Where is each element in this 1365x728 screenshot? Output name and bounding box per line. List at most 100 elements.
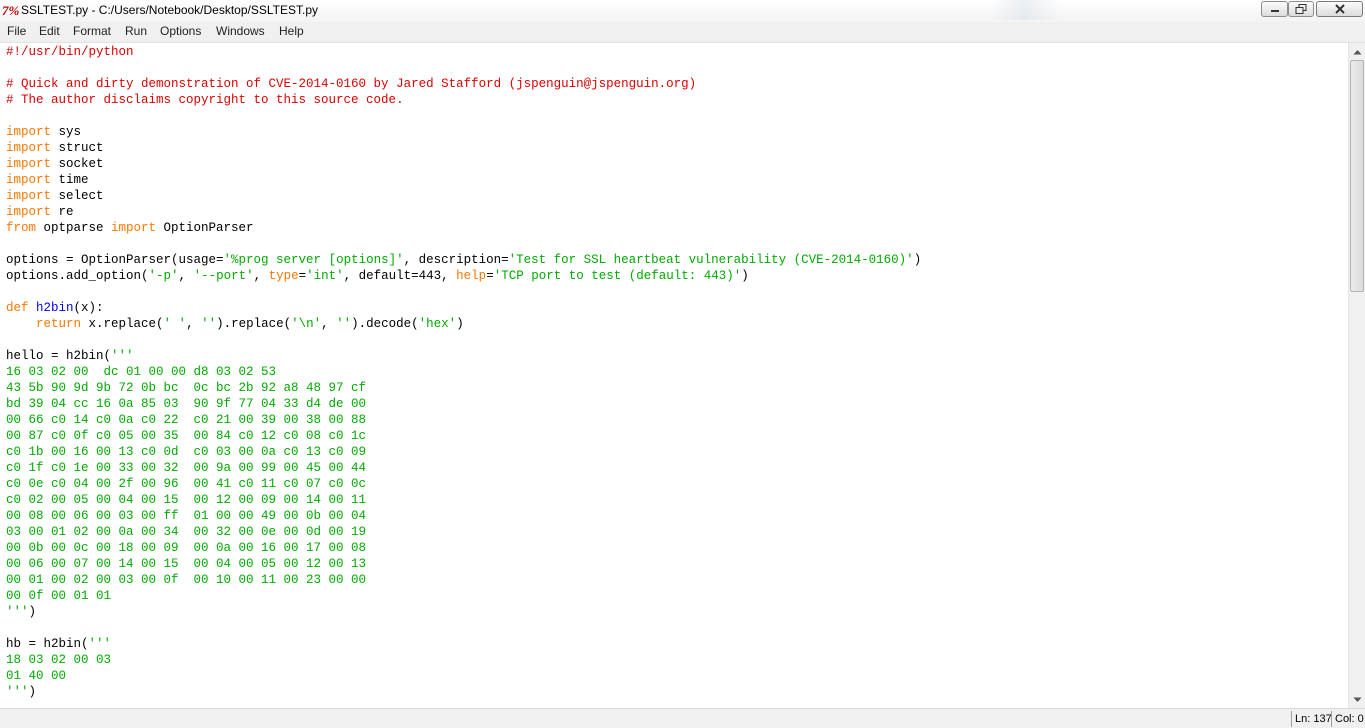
code-token: help bbox=[456, 269, 487, 283]
code-editor[interactable]: #!/usr/bin/python # Quick and dirty demo… bbox=[0, 43, 1348, 708]
code-token: 00 01 00 02 00 03 00 0f 00 10 00 11 00 2… bbox=[6, 573, 367, 587]
code-token: c0 1f c0 1e 00 33 00 32 00 9a 00 99 00 4… bbox=[6, 461, 367, 475]
code-token: ).decode( bbox=[351, 317, 419, 331]
code-token: # The author disclaims copyright to this… bbox=[6, 93, 404, 107]
code-token: ) bbox=[456, 317, 464, 331]
code-line: options = OptionParser(usage='%prog serv… bbox=[6, 252, 921, 268]
menu-options[interactable]: Options bbox=[158, 24, 203, 38]
code-token: c0 02 00 05 00 04 00 15 00 12 00 09 00 1… bbox=[6, 493, 367, 507]
code-token: 18 03 02 00 03 bbox=[6, 653, 112, 667]
code-line: hello = h2bin(''' bbox=[6, 348, 921, 364]
code-token: (x): bbox=[73, 301, 104, 315]
code-line: # The author disclaims copyright to this… bbox=[6, 92, 921, 108]
code-token: , description= bbox=[403, 253, 509, 267]
code-token: re bbox=[51, 205, 74, 219]
code-line: bd 39 04 cc 16 0a 85 03 90 9f 77 04 33 d… bbox=[6, 396, 921, 412]
close-button[interactable] bbox=[1316, 1, 1363, 17]
code-token: '' bbox=[201, 317, 217, 331]
code-token: 16 03 02 00 dc 01 00 00 d8 03 02 53 bbox=[6, 365, 277, 379]
code-token: ' ' bbox=[163, 317, 187, 331]
code-line: 16 03 02 00 dc 01 00 00 d8 03 02 53 bbox=[6, 364, 921, 380]
code-token: return bbox=[36, 317, 82, 331]
scroll-down-button[interactable] bbox=[1349, 691, 1365, 708]
code-line: import struct bbox=[6, 140, 921, 156]
code-line: import time bbox=[6, 172, 921, 188]
code-token: c0 0e c0 04 00 2f 00 96 00 41 c0 11 c0 0… bbox=[6, 477, 367, 491]
menu-format[interactable]: Format bbox=[71, 24, 113, 38]
code-token: type bbox=[268, 269, 299, 283]
code-token: OptionParser bbox=[156, 221, 254, 235]
code-line: 00 66 c0 14 c0 0a c0 22 c0 21 00 39 00 3… bbox=[6, 412, 921, 428]
menu-windows[interactable]: Windows bbox=[214, 24, 267, 38]
code-line: options.add_option('-p', '--port', type=… bbox=[6, 268, 921, 284]
code-line: 00 01 00 02 00 03 00 0f 00 10 00 11 00 2… bbox=[6, 572, 921, 588]
code-token: 00 66 c0 14 c0 0a c0 22 c0 21 00 39 00 3… bbox=[6, 413, 367, 427]
code-token: 'Test for SSL heartbeat vulnerability (C… bbox=[508, 253, 914, 267]
code-token: x.replace( bbox=[81, 317, 164, 331]
code-token: hb = h2bin( bbox=[6, 637, 89, 651]
code-token: , bbox=[321, 317, 337, 331]
minimize-button[interactable] bbox=[1261, 1, 1288, 17]
code-token: '%prog server [options]' bbox=[223, 253, 404, 267]
arrow-down-icon bbox=[1353, 697, 1361, 702]
menu-edit[interactable]: Edit bbox=[37, 24, 62, 38]
code-line: c0 02 00 05 00 04 00 15 00 12 00 09 00 1… bbox=[6, 492, 921, 508]
code-token: , default=443, bbox=[343, 269, 457, 283]
menu-file[interactable]: File bbox=[5, 24, 28, 38]
scroll-up-button[interactable] bbox=[1349, 43, 1365, 60]
scroll-thumb[interactable] bbox=[1350, 60, 1364, 292]
code-line: from optparse import OptionParser bbox=[6, 220, 921, 236]
code-token: 43 5b 90 9d 9b 72 0b bc 0c bc 2b 92 a8 4… bbox=[6, 381, 367, 395]
code-line: import re bbox=[6, 204, 921, 220]
code-token: import bbox=[6, 173, 52, 187]
code-token: '' bbox=[336, 317, 352, 331]
code-token: time bbox=[51, 173, 89, 187]
code-token: from bbox=[6, 221, 37, 235]
code-token: 01 40 00 bbox=[6, 669, 67, 683]
code-token: ) bbox=[913, 253, 922, 267]
status-bar: Ln: 137 Col: 0 bbox=[0, 708, 1365, 728]
code-line: c0 1f c0 1e 00 33 00 32 00 9a 00 99 00 4… bbox=[6, 460, 921, 476]
maximize-button[interactable] bbox=[1288, 1, 1314, 17]
code-token: , bbox=[178, 269, 194, 283]
arrow-up-icon bbox=[1353, 49, 1361, 54]
menu-run[interactable]: Run bbox=[123, 24, 149, 38]
code-token: 00 87 c0 0f c0 05 00 35 00 84 c0 12 c0 0… bbox=[6, 429, 367, 443]
code-line: 00 06 00 07 00 14 00 15 00 04 00 05 00 1… bbox=[6, 556, 921, 572]
code-line: return x.replace(' ', '').replace('\n', … bbox=[6, 316, 921, 332]
code-token: optparse bbox=[36, 221, 112, 235]
code-token: 00 0f 00 01 01 bbox=[6, 589, 112, 603]
code-token: 'hex' bbox=[418, 317, 457, 331]
code-line: 00 0b 00 0c 00 18 00 09 00 0a 00 16 00 1… bbox=[6, 540, 921, 556]
python-idle-icon: 7% bbox=[2, 3, 20, 18]
code-token: = bbox=[486, 269, 494, 283]
code-token: import bbox=[6, 157, 52, 171]
code-token: = bbox=[298, 269, 307, 283]
code-token: #!/usr/bin/python bbox=[6, 45, 134, 59]
code-line: def h2bin(x): bbox=[6, 300, 921, 316]
code-line: hb = h2bin(''' bbox=[6, 636, 921, 652]
vertical-scrollbar[interactable] bbox=[1348, 43, 1365, 708]
code-token: , bbox=[186, 317, 202, 331]
code-token: 03 00 01 02 00 0a 00 34 00 32 00 0e 00 0… bbox=[6, 525, 367, 539]
code-token: # Quick and dirty demonstration of CVE-2… bbox=[6, 77, 697, 91]
close-icon bbox=[1317, 2, 1362, 16]
code-line: ''') bbox=[6, 684, 921, 700]
column-indicator: Col: 0 bbox=[1331, 711, 1364, 727]
title-bar[interactable]: 7% SSLTEST.py - C:/Users/Notebook/Deskto… bbox=[0, 0, 1365, 22]
code-line: ''') bbox=[6, 604, 921, 620]
menu-help[interactable]: Help bbox=[277, 24, 306, 38]
code-line: 00 87 c0 0f c0 05 00 35 00 84 c0 12 c0 0… bbox=[6, 428, 921, 444]
code-token: import bbox=[6, 141, 52, 155]
code-token: '--port' bbox=[193, 269, 254, 283]
code-token: 'TCP port to test (default: 443)' bbox=[493, 269, 742, 283]
code-line: 01 40 00 bbox=[6, 668, 921, 684]
background-window-glimpse bbox=[990, 0, 1060, 20]
code-token: ) bbox=[741, 269, 749, 283]
code-token: , bbox=[253, 269, 269, 283]
code-line: c0 1b 00 16 00 13 c0 0d c0 03 00 0a c0 1… bbox=[6, 444, 921, 460]
code-line: 03 00 01 02 00 0a 00 34 00 32 00 0e 00 0… bbox=[6, 524, 921, 540]
